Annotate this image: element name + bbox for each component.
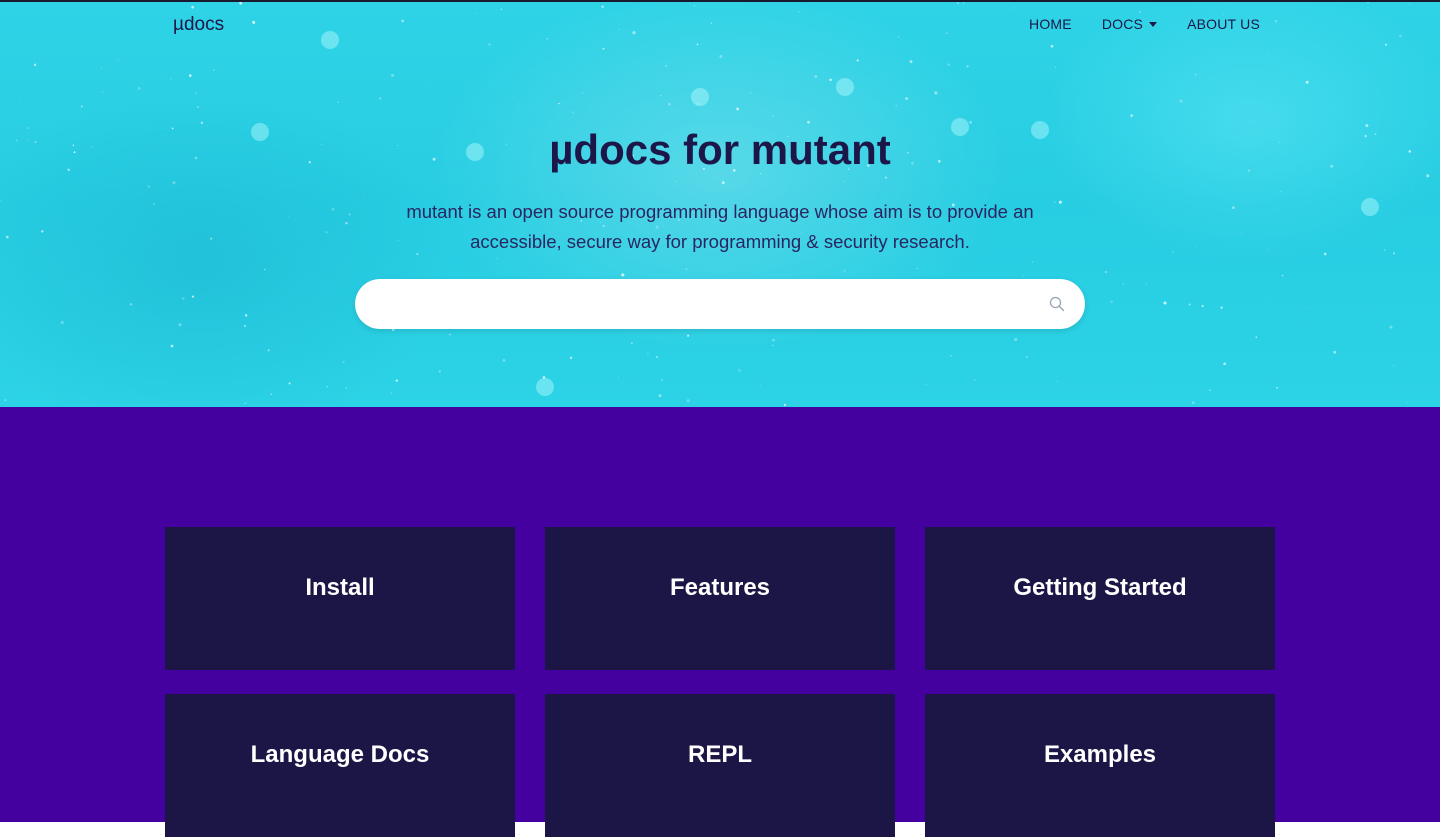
card-title: REPL <box>687 741 752 768</box>
card-repl[interactable]: REPL <box>545 694 895 837</box>
card-title: Getting Started <box>1013 574 1187 601</box>
nav-links: HOME DOCS ABOUT US <box>1029 16 1260 32</box>
search-bar <box>355 279 1085 331</box>
search-icon[interactable] <box>1049 296 1065 312</box>
card-features[interactable]: Features <box>545 527 895 670</box>
hero-section: µdocs HOME DOCS ABOUT US µdocs for mutan… <box>0 0 1440 407</box>
top-navbar: µdocs HOME DOCS ABOUT US <box>0 2 1440 46</box>
card-getting-started[interactable]: Getting Started <box>925 527 1275 670</box>
caret-down-icon <box>1149 21 1158 27</box>
card-title: Language Docs <box>250 741 430 768</box>
card-title: Install <box>305 574 375 601</box>
nav-home-link[interactable]: HOME <box>1029 16 1072 32</box>
nav-docs-dropdown[interactable]: DOCS <box>1101 16 1158 32</box>
brand-logo-link[interactable]: µdocs <box>173 14 224 36</box>
card-install[interactable]: Install <box>165 527 515 670</box>
card-examples[interactable]: Examples <box>925 694 1275 837</box>
nav-docs-label: DOCS <box>1101 16 1144 32</box>
card-title: Examples <box>1043 741 1157 768</box>
nav-home-label: HOME <box>1029 16 1072 32</box>
card-title: Features <box>669 574 771 601</box>
docs-cards-section: Install Features Getting Started Languag… <box>0 407 1440 837</box>
page-title: µdocs for mutant <box>549 126 891 173</box>
card-language-docs[interactable]: Language Docs <box>165 694 515 837</box>
search-input[interactable] <box>377 279 1031 331</box>
hero-subtitle: mutant is an open source programming lan… <box>406 201 1034 252</box>
nav-about-link[interactable]: ABOUT US <box>1187 16 1260 32</box>
nav-about-label: ABOUT US <box>1187 16 1260 32</box>
